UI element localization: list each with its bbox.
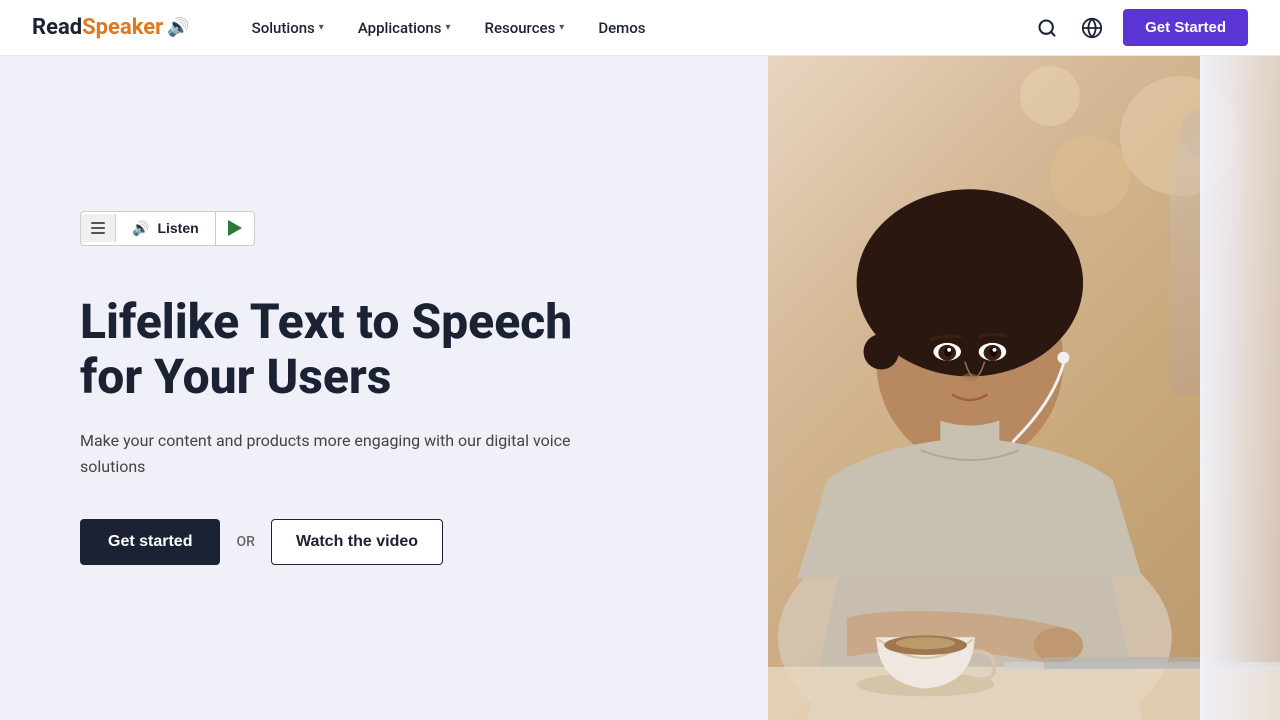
nav-item-resources[interactable]: Resources ▾ bbox=[471, 11, 579, 45]
nav-links: Solutions ▾ Applications ▾ Resources ▾ D… bbox=[238, 11, 1034, 45]
watch-video-button[interactable]: Watch the video bbox=[271, 519, 443, 565]
listen-button[interactable]: 🔊 Listen bbox=[116, 212, 216, 245]
nav-item-demos[interactable]: Demos bbox=[584, 11, 659, 45]
logo[interactable]: Read Speaker 🔊 bbox=[32, 15, 190, 40]
chevron-down-icon: ▾ bbox=[319, 22, 324, 33]
search-icon bbox=[1037, 18, 1057, 38]
nav-get-started-button[interactable]: Get Started bbox=[1123, 9, 1248, 46]
nav-label-applications: Applications bbox=[358, 19, 442, 37]
speaker-logo-icon: 🔊 bbox=[167, 17, 189, 38]
hero-content: 🔊 Listen Lifelike Text to Speech for You… bbox=[0, 56, 768, 720]
woman-illustration bbox=[768, 56, 1280, 720]
play-button[interactable] bbox=[216, 212, 254, 244]
listen-menu-button[interactable] bbox=[81, 214, 116, 242]
hero-section: 🔊 Listen Lifelike Text to Speech for You… bbox=[0, 56, 1280, 720]
nav-right: Get Started bbox=[1033, 9, 1248, 46]
chevron-down-icon: ▾ bbox=[559, 22, 564, 33]
logo-speaker: Speaker bbox=[82, 15, 163, 40]
listen-widget: 🔊 Listen bbox=[80, 211, 255, 246]
listen-label: Listen bbox=[157, 220, 198, 236]
get-started-button[interactable]: Get started bbox=[80, 519, 220, 565]
logo-read: Read bbox=[32, 15, 82, 40]
main-nav: Read Speaker 🔊 Solutions ▾ Applications … bbox=[0, 0, 1280, 56]
nav-label-resources: Resources bbox=[485, 19, 556, 37]
play-triangle-icon bbox=[228, 220, 242, 236]
cta-or-label: OR bbox=[236, 534, 254, 550]
hero-image-area bbox=[768, 56, 1280, 720]
language-button[interactable] bbox=[1077, 13, 1107, 43]
hero-heading-line2: for Your Users bbox=[80, 348, 391, 405]
nav-item-applications[interactable]: Applications ▾ bbox=[344, 11, 465, 45]
search-button[interactable] bbox=[1033, 14, 1061, 42]
chevron-down-icon: ▾ bbox=[445, 22, 450, 33]
speaker-icon: 🔊 bbox=[132, 220, 149, 237]
nav-label-demos: Demos bbox=[598, 19, 645, 37]
nav-label-solutions: Solutions bbox=[252, 19, 315, 37]
hero-heading: Lifelike Text to Speech for Your Users bbox=[80, 294, 688, 404]
hero-subtext: Make your content and products more enga… bbox=[80, 428, 600, 479]
hero-cta-group: Get started OR Watch the video bbox=[80, 519, 688, 565]
hero-heading-line1: Lifelike Text to Speech bbox=[80, 293, 572, 350]
globe-icon bbox=[1081, 17, 1103, 39]
nav-item-solutions[interactable]: Solutions ▾ bbox=[238, 11, 338, 45]
hero-background bbox=[768, 56, 1280, 720]
menu-lines-icon bbox=[91, 222, 105, 234]
